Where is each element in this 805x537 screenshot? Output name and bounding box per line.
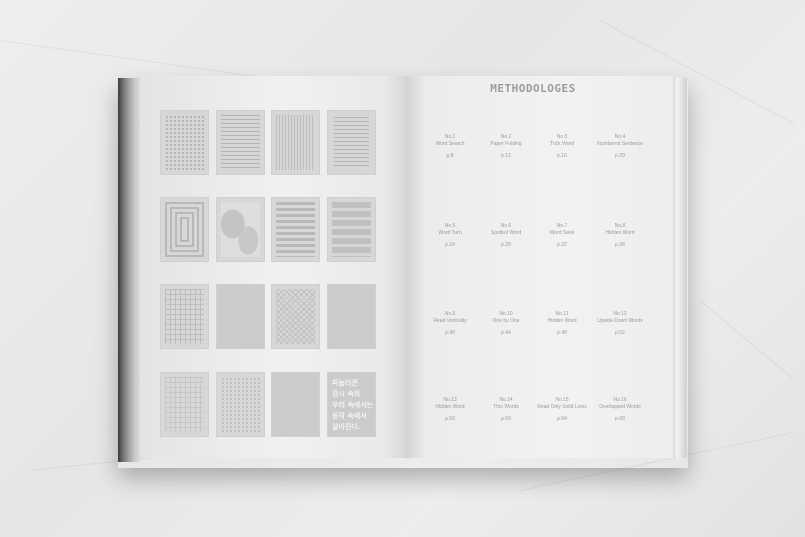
toc-item: No.13 Hidden Word p.56 [420,397,480,423]
toc-number: No.3 [556,134,568,140]
toc-number: No.4 [614,134,626,140]
toc-title: Trick Word [550,141,574,147]
toc-title: Read Vertically [433,318,467,324]
toc-number: No.13 [443,397,457,403]
toc-title: Word Search [435,141,465,147]
toc-item: No.14 Thin Words p.60 [476,397,536,423]
toc-page: p.8 [446,153,454,159]
toc-item: No.15 Read Only Solid Lines p.64 [532,397,592,423]
thumbnail-1 [160,110,209,175]
toc-item: No.10 One by One p.44 [476,311,536,337]
thumbnail-11 [271,284,320,349]
toc-page: p.12 [501,153,511,159]
toc-page: p.52 [615,330,625,336]
book-left-edge [118,78,140,462]
toc-number: No.1 [444,134,456,140]
toc-number: No.14 [499,397,513,403]
toc-title: Read Only Solid Lines [537,404,587,410]
toc-item: No.5 Word Turn p.24 [420,223,480,249]
toc-number: No.12 [613,311,627,317]
toc-page: p.68 [615,416,625,422]
thumbnail-4 [327,110,376,175]
page-title: METHODOLOGES [490,82,576,95]
thumbnail-9 [160,284,209,349]
toc-number: No.2 [500,134,512,140]
toc-item: No.4 Numbered Sentence p.20 [590,134,650,160]
toc-title: Paper Folding [490,141,522,147]
toc-page: p.40 [445,330,455,336]
toc-item: No.3 Trick Word p.16 [532,134,592,160]
toc-page: p.44 [501,330,511,336]
toc-title: Word Seek [549,230,575,236]
toc-number: No.15 [555,397,569,403]
toc-item: No.12 Upside-Down Words p.52 [590,311,650,337]
toc-title: One by One [492,318,520,324]
toc-page: p.48 [557,330,567,336]
toc-number: No.11 [555,311,569,317]
toc-page: p.36 [615,242,625,248]
thumbnail-grid: 파놉티콘 감시 속의 우리 속에서는 동작 속에서 살아진다. [160,110,376,437]
thumbnail-10 [216,284,265,349]
toc-title: Word Turn [438,230,462,236]
thumbnail-14 [216,372,265,437]
thumbnail-3 [271,110,320,175]
toc-title: Hidden Word [605,230,635,236]
thumbnail-15 [271,372,320,437]
toc-page: p.24 [445,242,455,248]
toc-title: Overlapped Words [599,404,641,410]
toc-number: No.6 [500,223,512,229]
toc-item: No.11 Hidden Word p.48 [532,311,592,337]
toc-page: p.20 [615,153,625,159]
toc-title: Spotted Word [490,230,522,236]
toc-number: No.8 [614,223,626,229]
toc-item: No.2 Paper Folding p.12 [476,134,536,160]
thumbnail-6 [216,197,265,262]
toc-item: No.7 Word Seek p.32 [532,223,592,249]
thumbnail-2 [216,110,265,175]
toc-page: p.32 [557,242,567,248]
toc-page: p.60 [501,416,511,422]
toc-number: No.9 [444,311,456,317]
toc-page: p.56 [445,416,455,422]
thumbnail-16-text: 파놉티콘 감시 속의 우리 속에서는 동작 속에서 살아진다. [332,379,374,431]
toc-title: Hidden Word [435,404,465,410]
thumbnail-8 [327,197,376,262]
toc-number: No.10 [499,311,513,317]
toc-item: No.1 Word Search p.8 [420,134,480,160]
toc-number: No.16 [613,397,627,403]
toc-number: No.7 [556,223,568,229]
book-right-edge [673,78,687,458]
toc-page: p.16 [557,153,567,159]
thumbnail-12 [327,284,376,349]
thumbnail-7 [271,197,320,262]
toc-title: Hidden Word [547,318,577,324]
toc-page: p.64 [557,416,567,422]
thumbnail-5 [160,197,209,262]
thumbnail-16: 파놉티콘 감시 속의 우리 속에서는 동작 속에서 살아진다. [327,372,376,437]
thumbnail-13 [160,372,209,437]
toc-title: Upside-Down Words [597,318,643,324]
toc-item: No.9 Read Vertically p.40 [420,311,480,337]
toc-item: No.8 Hidden Word p.36 [590,223,650,249]
toc-title: Thin Words [493,404,519,410]
toc-item: No.6 Spotted Word p.28 [476,223,536,249]
toc-title: Numbered Sentence [597,141,643,147]
toc-item: No.16 Overlapped Words p.68 [590,397,650,423]
table-of-contents: No.1 Word Search p.8 No.2 Paper Folding … [420,134,658,434]
toc-number: No.5 [444,223,456,229]
toc-page: p.28 [501,242,511,248]
